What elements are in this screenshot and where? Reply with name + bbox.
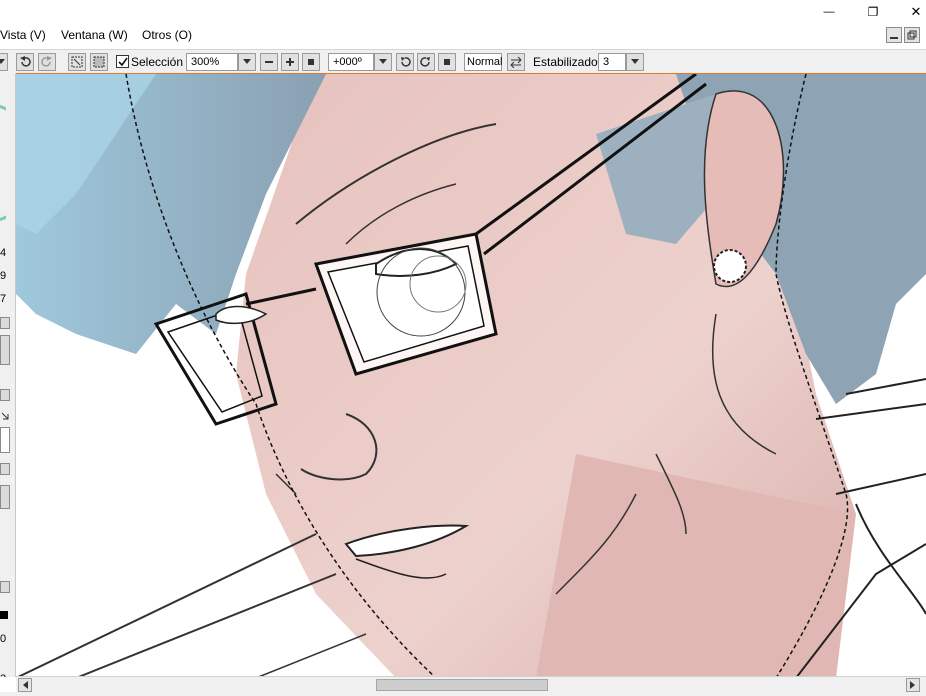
chevron-right-icon (910, 681, 915, 689)
redo-button[interactable] (38, 53, 56, 71)
mdi-minimize-button[interactable] (886, 27, 902, 43)
zoom-dropdown-button[interactable] (238, 53, 256, 71)
rotate-right-icon (420, 57, 430, 67)
horizontal-scrollbar[interactable] (16, 676, 926, 693)
rotate-left-icon (401, 57, 411, 67)
invert-selection-icon (93, 56, 105, 68)
menu-ventana[interactable]: Ventana (W) (61, 28, 128, 42)
reset-icon (444, 59, 450, 65)
panel-slider[interactable] (0, 335, 10, 365)
stabilizer-field[interactable]: 3 (598, 53, 626, 71)
panel-value-2: 9 (0, 270, 7, 282)
deselect-icon (71, 56, 83, 68)
redo-icon (41, 56, 52, 67)
panel-field[interactable] (0, 427, 10, 453)
deselect-button[interactable] (68, 53, 86, 71)
mdi-restore-button[interactable] (904, 27, 920, 43)
checkmark-icon (117, 57, 128, 66)
foreground-color-swatch[interactable] (0, 611, 8, 619)
stabilizer-label: Estabilizador (533, 55, 602, 69)
menu-otros[interactable]: Otros (O) (142, 28, 192, 42)
reset-icon (308, 59, 314, 65)
menu-vista[interactable]: Vista (V) (0, 28, 46, 42)
panel-scroll-down-button-2[interactable] (0, 581, 10, 593)
zoom-field[interactable]: 300% (186, 53, 238, 71)
flip-horizontal-button[interactable] (507, 53, 525, 71)
zoom-out-button[interactable] (260, 53, 278, 71)
rotation-dropdown-button[interactable] (374, 53, 392, 71)
selection-checkbox[interactable] (116, 55, 129, 68)
stabilizer-dropdown-button[interactable] (626, 53, 644, 71)
toolbar-dropdown-left[interactable] (0, 53, 8, 71)
blend-mode-field[interactable]: Normal (464, 53, 502, 71)
restore-button[interactable]: ❐ (862, 2, 884, 22)
rotation-reset-button[interactable] (438, 53, 456, 71)
panel-scroll-down-button[interactable] (0, 389, 10, 401)
mdi-restore-icon (907, 30, 917, 40)
rotation-field[interactable]: +000º (328, 53, 374, 71)
panel-scroll-up-button-2[interactable] (0, 463, 10, 475)
toolbar: Selección 300% +000º Normal Estabilizado… (0, 49, 926, 74)
panel-value-4: 0 (0, 633, 7, 645)
invert-selection-button[interactable] (90, 53, 108, 71)
chevron-down-icon (0, 59, 5, 64)
menu-bar: Vista (V) Ventana (W) Otros (O) — ❐ ✕ (0, 0, 926, 48)
rotate-right-button[interactable] (417, 53, 435, 71)
chevron-left-icon (23, 681, 28, 689)
status-bar (0, 692, 926, 696)
undo-icon (20, 56, 31, 67)
flip-horizontal-icon (510, 56, 522, 68)
scroll-left-button[interactable] (18, 678, 32, 692)
plus-icon (286, 58, 294, 66)
close-icon: ✕ (910, 4, 922, 19)
close-button[interactable]: ✕ (905, 2, 926, 22)
rotate-left-button[interactable] (396, 53, 414, 71)
panel-value-5: 3 (0, 673, 6, 677)
panel-scroll-up-button[interactable] (0, 317, 10, 329)
panel-value-1: 4 (0, 247, 7, 259)
scroll-right-button[interactable] (906, 678, 920, 692)
horizontal-scroll-thumb[interactable] (376, 679, 548, 691)
undo-button[interactable] (16, 53, 34, 71)
drawing-canvas[interactable] (16, 73, 926, 678)
panel-slider-2[interactable] (0, 485, 10, 509)
minimize-icon: — (823, 6, 835, 18)
minus-icon (265, 61, 273, 63)
selection-label: Selección (131, 55, 184, 69)
restore-icon: ❐ (867, 5, 879, 19)
swap-arrow-icon (1, 412, 9, 420)
left-tool-panel: 4 9 7 0 3 (0, 73, 16, 677)
chevron-down-icon (631, 59, 639, 64)
chevron-down-icon (379, 59, 387, 64)
mdi-minimize-icon (890, 37, 898, 39)
panel-value-3: 7 (0, 293, 7, 305)
color-wheel-fragment (0, 104, 6, 222)
minimize-button[interactable]: — (818, 2, 840, 22)
chevron-down-icon (243, 59, 251, 64)
zoom-in-button[interactable] (281, 53, 299, 71)
zoom-reset-button[interactable] (302, 53, 320, 71)
artwork (16, 74, 926, 678)
